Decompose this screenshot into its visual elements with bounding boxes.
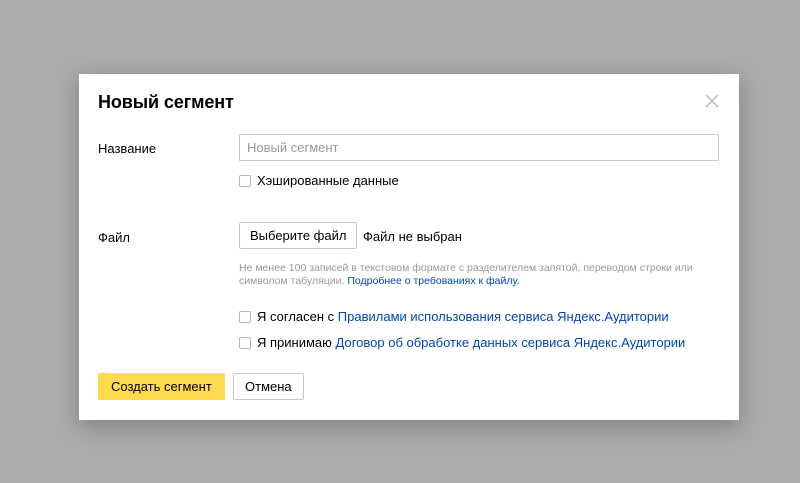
hashed-data-option[interactable]: Хэшированные данные [239,173,399,188]
file-status-text: Файл не выбран [363,229,462,244]
accept-agreement-checkbox[interactable] [239,336,251,349]
hashed-data-label: Хэшированные данные [257,173,399,188]
file-label: Файл [98,230,130,245]
agree-rules-option[interactable]: Я согласен с Правилами использования сер… [239,309,669,324]
cancel-button[interactable]: Отмена [233,373,304,400]
file-requirements-link[interactable]: Подробнее о требованиях к файлу. [347,275,519,287]
agree-prefix: Я согласен с [257,309,335,324]
file-requirements-hint: Не менее 100 записей в текстовом формате… [239,262,719,288]
close-icon[interactable] [703,92,721,110]
dialog-title: Новый сегмент [98,92,234,112]
hashed-data-checkbox[interactable] [239,174,251,187]
segment-name-input[interactable] [239,134,719,161]
agree-rules-checkbox[interactable] [239,310,251,323]
create-segment-button[interactable]: Создать сегмент [98,373,225,400]
choose-file-button[interactable]: Выберите файл [239,222,358,249]
accept-agreement-option[interactable]: Я принимаю Договор об обработке данных с… [239,335,685,350]
data-processing-agreement-link[interactable]: Договор об обработке данных сервиса Янде… [336,335,686,350]
usage-rules-link[interactable]: Правилами использования сервиса Яндекс.А… [338,309,669,324]
new-segment-dialog: Новый сегмент Название Хэшированные данн… [79,74,739,420]
accept-prefix: Я принимаю [257,335,332,350]
name-label: Название [98,141,157,156]
